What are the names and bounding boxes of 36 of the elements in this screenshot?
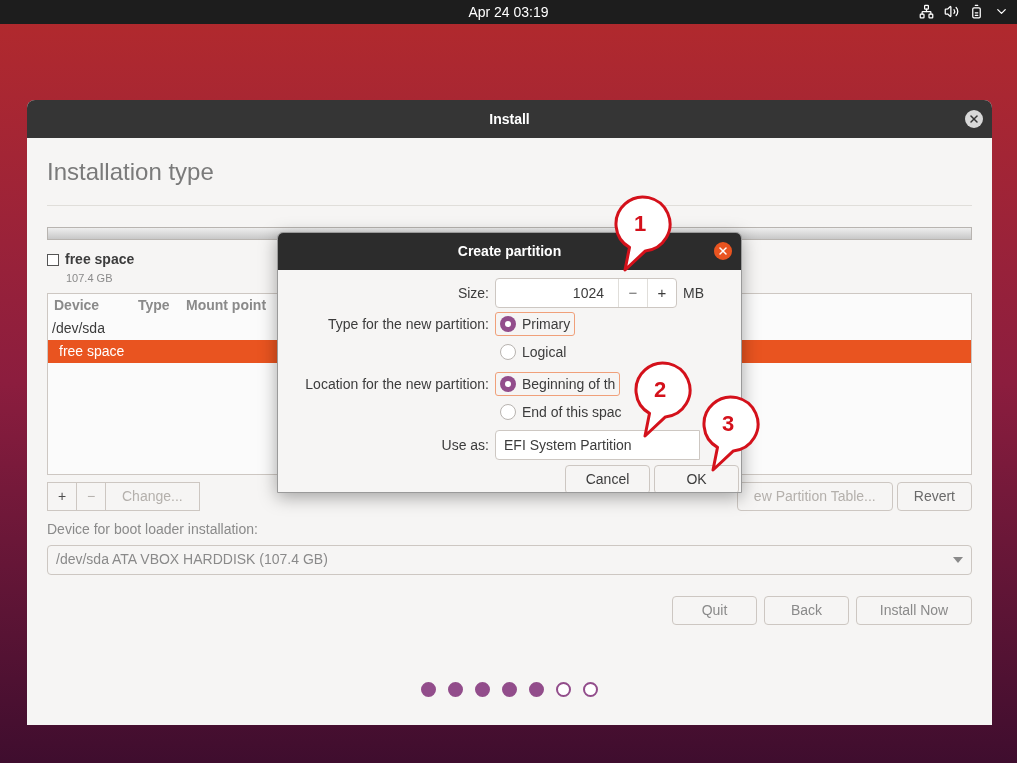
use-as-dropdown[interactable]: EFI System Partition [495,430,700,460]
radio-button[interactable]: Beginning of th [495,372,621,396]
increment-button[interactable]: + [647,279,676,307]
battery-icon[interactable] [969,4,984,19]
dialog-title: Create partition [457,242,562,261]
size-label: Size: [456,284,489,303]
callout-number: 1 [634,210,647,238]
legend-label: free space [65,250,135,269]
size-spin-field[interactable]: 1024 − + [495,278,677,308]
location-label: Location for the new partition: [304,375,489,394]
legend-checkbox[interactable] [47,253,59,266]
type-label: Type for the new partition: [326,315,489,334]
dialog-button[interactable]: Cancel [565,465,650,492]
network-icon[interactable] [919,4,934,19]
close-button[interactable] [965,110,983,128]
volume-icon[interactable] [944,4,959,19]
clock[interactable]: Apr 24 03:19 [468,1,549,23]
radio-button[interactable]: Logical [495,340,572,364]
close-icon [717,245,729,257]
decrement-button[interactable]: − [618,279,647,307]
radio-button[interactable]: Primary [495,312,576,336]
table-button[interactable]: + [47,481,77,511]
close-button[interactable] [714,242,732,260]
close-icon [968,113,980,125]
dropdown-arrow-icon [953,556,963,563]
use-as-label: Use as: [440,435,489,455]
dialog-button[interactable]: OK [654,465,739,492]
unit-label: MB [683,283,704,303]
window-title: Install [489,109,530,129]
page-heading: Installation type [47,156,214,187]
partition-table-button[interactable]: Revert [896,481,972,511]
radio-button[interactable]: End of this spac [495,400,627,424]
boot-loader-label: Device for boot loader installation: [47,519,259,539]
legend-size: 107.4 GB [66,271,114,286]
callout-number: 3 [722,410,735,438]
callout-number: 2 [654,376,667,404]
